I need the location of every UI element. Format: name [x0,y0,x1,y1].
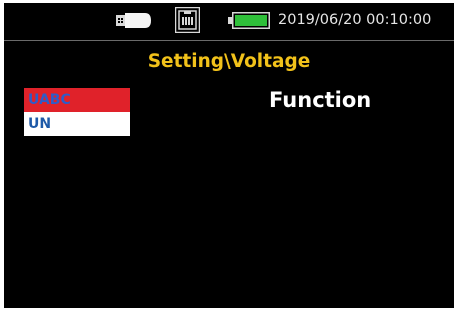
option-uabc[interactable]: UABC [24,88,130,112]
page-title: Setting\Voltage [147,51,311,72]
option-un[interactable]: UN [24,112,130,136]
status-divider [4,40,454,41]
ethernet-port-icon [175,7,200,33]
function-label: Function [269,88,372,112]
status-bar: 2019/06/20 00:10:00 [4,3,454,39]
device-screen: 2019/06/20 00:10:00 Setting\Voltage UABC… [4,3,454,308]
battery-icon [228,12,270,29]
voltage-option-list: UABC UN [24,88,130,136]
datetime-display: 2019/06/20 00:10:00 [278,12,432,28]
usb-drive-icon [116,13,151,28]
